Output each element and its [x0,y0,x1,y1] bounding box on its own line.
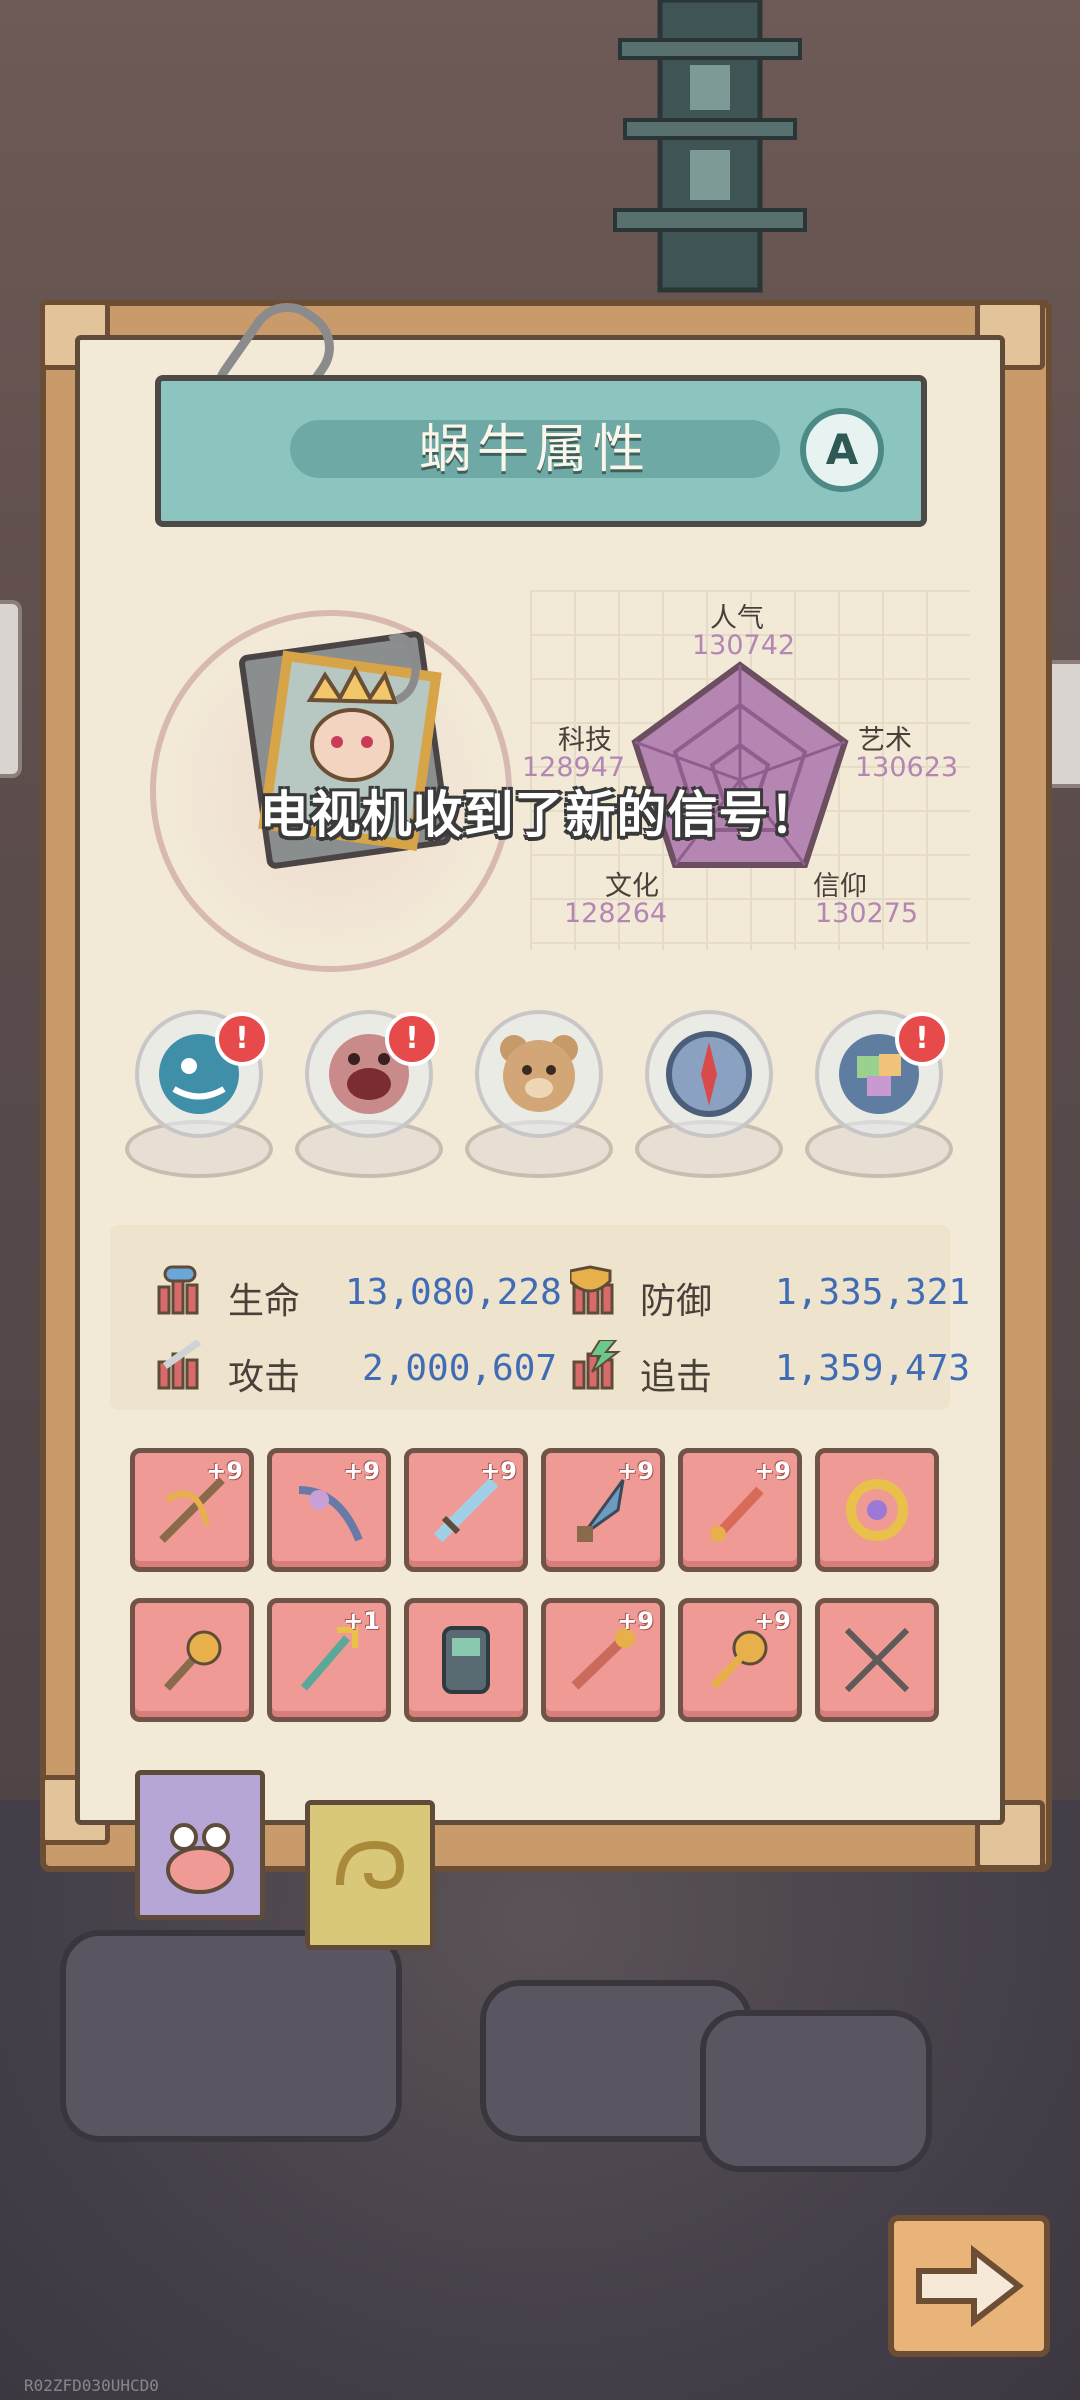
shield-icon [570,1265,614,1315]
arrow-right-icon [916,2244,1024,2328]
device-icon [442,1626,490,1694]
shell-icon [336,1840,405,1890]
level-tag: +9 [754,1457,791,1485]
grade-badge[interactable]: A [800,408,884,492]
relic-slot[interactable] [465,1010,613,1180]
crossed-spears-icon [844,1627,910,1693]
left-side-tab[interactable] [0,600,22,778]
teddy-bear-icon [475,1010,603,1138]
alert-badge: ! [215,1012,269,1066]
stat-value-def: 1,335,321 [775,1272,971,1313]
tab-shell[interactable] [305,1800,435,1950]
mace-icon [164,1630,222,1691]
equipment-slot[interactable] [404,1598,528,1722]
relic-slot[interactable]: ! [805,1010,953,1180]
alert-badge: ! [895,1012,949,1066]
ring-icon [846,1479,908,1541]
equipment-slot[interactable]: +9 [541,1448,665,1572]
level-tag: +9 [617,1607,654,1635]
equipment-slot[interactable] [815,1598,939,1722]
compass-icon [645,1010,773,1138]
next-button[interactable] [888,2215,1050,2357]
stat-label-atk: 攻击 [228,1357,301,1398]
stat-label-chase: 追击 [640,1357,713,1398]
rock [60,1930,402,2142]
rock [700,2010,932,2172]
snail-face-icon [166,1823,234,1894]
pagoda-tower [613,0,807,293]
stat-value-hp: 13,080,228 [345,1272,562,1313]
equipment-slot[interactable]: +9 [267,1448,391,1572]
watermark: R02ZFD030UHCD0 [24,2376,159,2395]
equipment-slot[interactable] [815,1448,939,1572]
level-tag: +1 [343,1607,380,1635]
equipment-slot[interactable]: +9 [404,1448,528,1572]
level-tag: +9 [343,1457,380,1485]
equipment-slot[interactable]: +9 [541,1598,665,1722]
level-tag: +9 [754,1607,791,1635]
equipment-slot[interactable]: +9 [130,1448,254,1572]
radar-value-faith: 130275 [815,898,919,929]
stat-value-chase: 1,359,473 [775,1348,971,1389]
panel-title: 蜗牛属性 [418,420,651,480]
relic-slot[interactable]: ! [125,1010,273,1180]
stat-value-atk: 2,000,607 [362,1348,558,1389]
relic-slot[interactable]: ! [295,1010,443,1180]
radar-value-popularity: 130742 [692,630,796,661]
equipment-slot[interactable]: +9 [678,1598,802,1722]
heart-pill-icon [157,1265,199,1315]
alert-badge: ! [385,1012,439,1066]
sword-stat-icon [157,1340,202,1390]
stat-label-hp: 生命 [228,1281,301,1322]
level-tag: +9 [617,1457,654,1485]
stat-label-def: 防御 [640,1281,713,1322]
notification-toast: 电视机收到了新的信号！ [259,786,821,844]
equipment-slot[interactable]: +9 [678,1448,802,1572]
level-tag: +9 [480,1457,517,1485]
relic-slot[interactable] [635,1010,783,1180]
equipment-slot[interactable] [130,1598,254,1722]
level-tag: +9 [206,1457,243,1485]
lightning-icon [572,1340,621,1390]
equipment-slot[interactable]: +1 [267,1598,391,1722]
tab-snail[interactable] [135,1770,265,1920]
radar-value-culture: 128264 [564,898,668,929]
